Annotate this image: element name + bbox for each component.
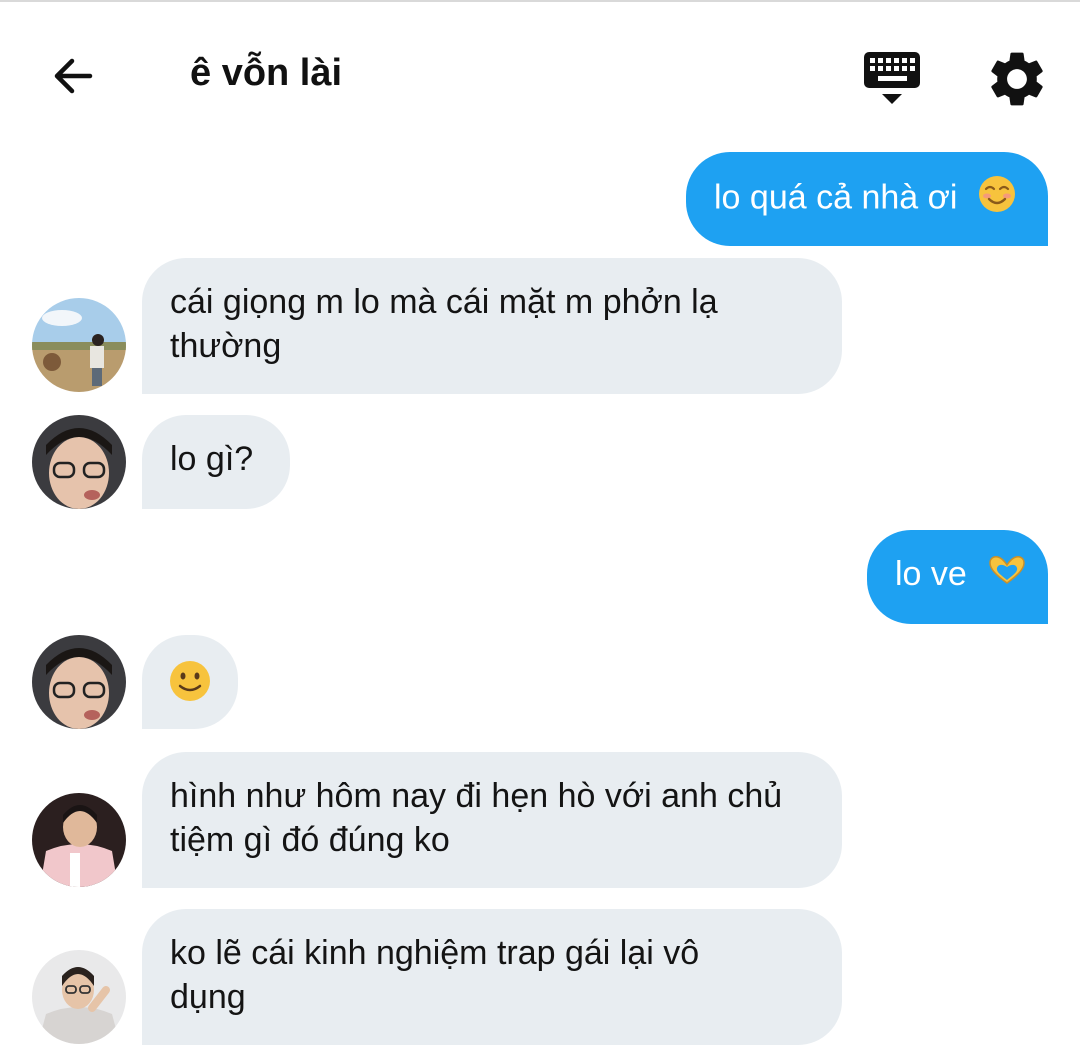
- incoming-message[interactable]: hình như hôm nay đi hẹn hò với anh chủ t…: [142, 752, 842, 888]
- incoming-message[interactable]: cái giọng m lo mà cái mặt m phởn lạ thườ…: [142, 258, 842, 394]
- incoming-message[interactable]: [142, 635, 238, 729]
- incoming-message[interactable]: lo gì?: [142, 415, 290, 509]
- message-text: ko lẽ cái kinh nghiệm trap gái lại vô: [170, 934, 700, 972]
- chat-title: ê vỗn lài: [190, 52, 343, 94]
- outgoing-message[interactable]: lo quá cả nhà ơi: [686, 152, 1048, 246]
- message-text-continued: tiệm gì đó đúng ko: [170, 821, 450, 859]
- message-text: cái giọng m lo mà cái mặt m phởn lạ: [170, 283, 718, 321]
- keyboard-toggle-button[interactable]: [858, 48, 926, 110]
- avatar[interactable]: [32, 793, 126, 887]
- incoming-message[interactable]: ko lẽ cái kinh nghiệm trap gái lại vô dụ…: [142, 909, 842, 1045]
- message-text: lo ve: [895, 555, 967, 593]
- slightly-smiling-face-icon: [168, 659, 212, 714]
- back-arrow-icon: [54, 58, 93, 94]
- outgoing-message[interactable]: lo ve: [867, 530, 1048, 624]
- message-text: lo gì?: [170, 440, 254, 478]
- chat-header: ê vỗn lài: [0, 2, 1080, 142]
- avatar[interactable]: [32, 298, 126, 392]
- settings-button[interactable]: [984, 46, 1050, 112]
- message-text-continued: thường: [170, 327, 282, 365]
- avatar[interactable]: [32, 950, 126, 1044]
- back-button[interactable]: [44, 46, 104, 106]
- keyboard-hide-icon: [864, 52, 920, 104]
- gear-icon: [991, 52, 1043, 106]
- message-text: lo quá cả nhà ơi: [714, 178, 958, 217]
- avatar[interactable]: [32, 415, 126, 509]
- avatar[interactable]: [32, 635, 126, 729]
- message-text-continued: dụng: [170, 978, 246, 1016]
- smiling-face-icon: [977, 174, 1017, 225]
- message-text: hình như hôm nay đi hẹn hò với anh chủ: [170, 777, 783, 815]
- heart-hands-icon: [986, 553, 1028, 600]
